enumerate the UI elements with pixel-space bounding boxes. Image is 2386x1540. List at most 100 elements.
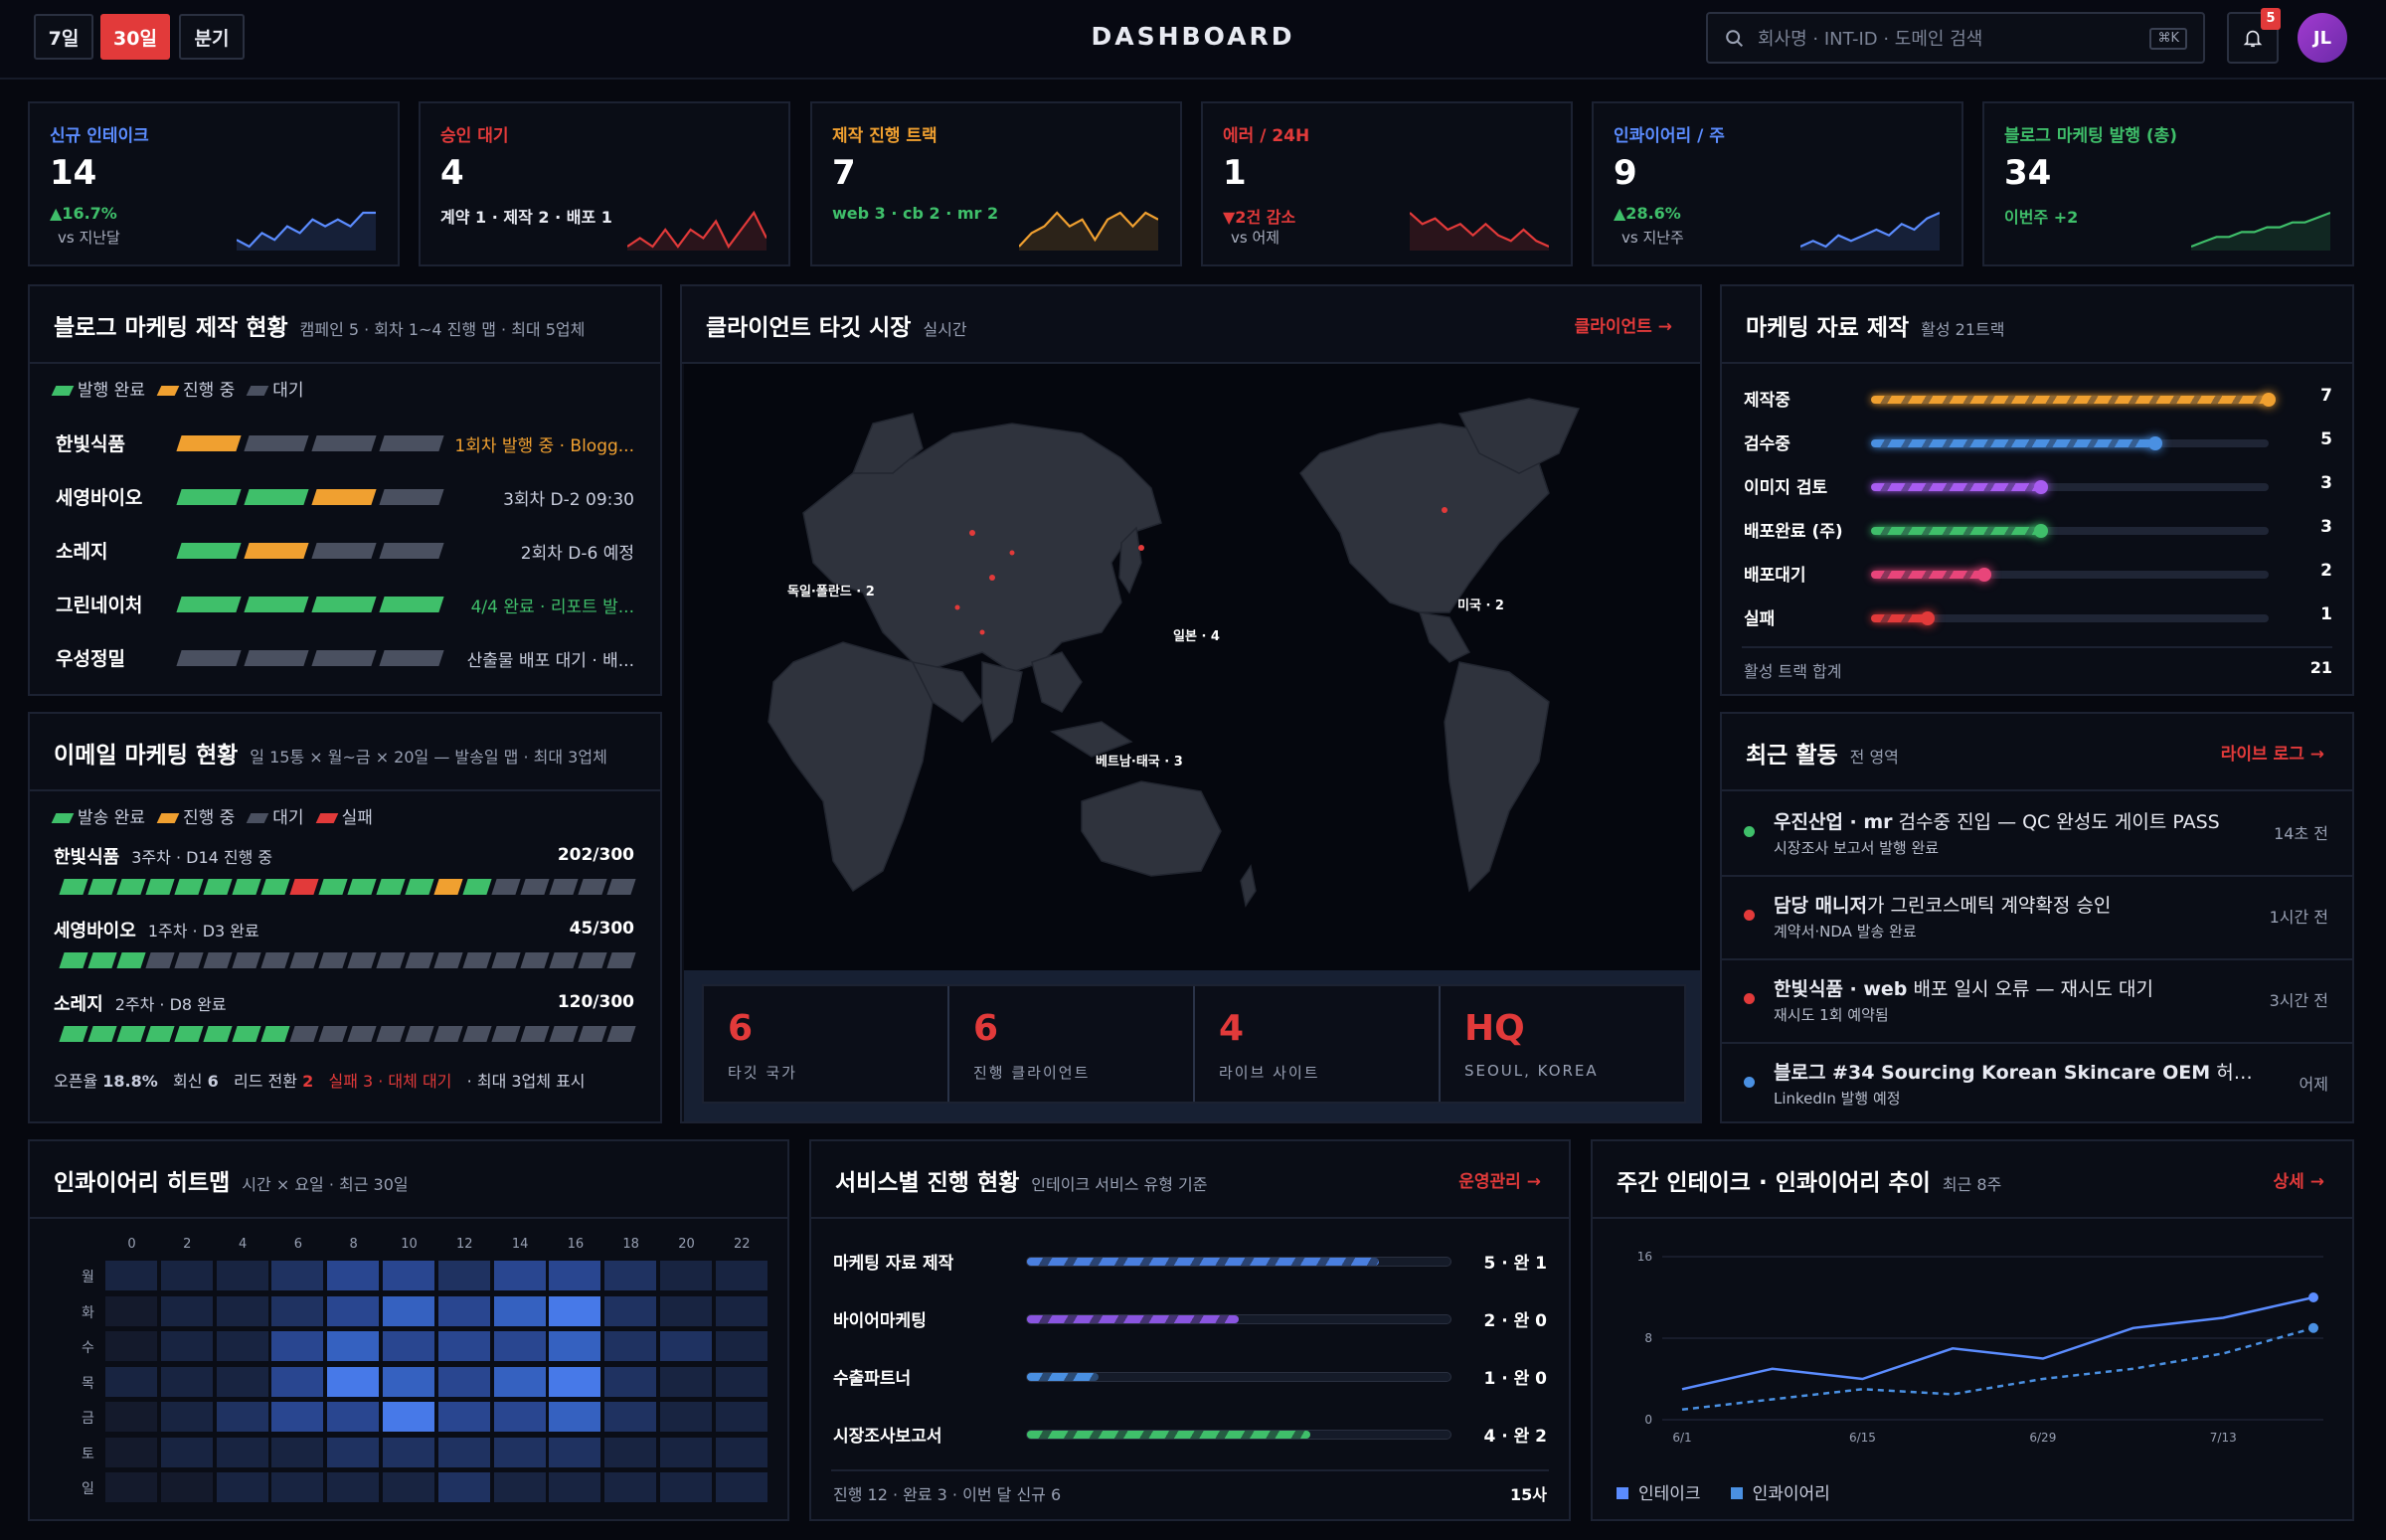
heatmap-cell[interactable] bbox=[549, 1331, 601, 1361]
track-row[interactable]: 제작중 7 bbox=[1722, 384, 2352, 414]
heatmap-cell[interactable] bbox=[271, 1366, 324, 1397]
heatmap-cell[interactable] bbox=[437, 1331, 490, 1361]
service-row[interactable]: 수출파트너 1 · 완 0 bbox=[811, 1362, 1569, 1392]
activity-item[interactable]: 우진산업 · mr 검수중 진입 — QC 완성도 게이트 PASS 시장조사 보… bbox=[1722, 791, 2352, 873]
heatmap-cell[interactable] bbox=[216, 1472, 268, 1502]
heatmap-cell[interactable] bbox=[660, 1402, 712, 1432]
heatmap-cell[interactable] bbox=[327, 1295, 380, 1326]
heatmap-cell[interactable] bbox=[216, 1437, 268, 1467]
blog-row[interactable]: 소레지 2회차 D-6 예정 bbox=[30, 533, 660, 573]
heatmap-cell[interactable] bbox=[604, 1331, 657, 1361]
heatmap-cell[interactable] bbox=[493, 1295, 546, 1326]
heatmap-cell[interactable] bbox=[105, 1331, 157, 1361]
heatmap-cell[interactable] bbox=[160, 1472, 213, 1502]
heatmap-cell[interactable] bbox=[493, 1472, 546, 1502]
heatmap-cell[interactable] bbox=[715, 1331, 767, 1361]
heatmap-cell[interactable] bbox=[604, 1437, 657, 1467]
avatar[interactable]: JL bbox=[2298, 13, 2347, 63]
heatmap-cell[interactable] bbox=[715, 1366, 767, 1397]
heatmap-cell[interactable] bbox=[437, 1402, 490, 1432]
kpi-card[interactable]: 신규 인테이크 14 ▲16.7% vs 지난달 bbox=[28, 101, 400, 266]
track-row[interactable]: 실패 1 bbox=[1722, 602, 2352, 632]
blog-row[interactable]: 한빛식품 1회차 발행 중 · Blogg... bbox=[30, 426, 660, 465]
heatmap-cell[interactable] bbox=[549, 1437, 601, 1467]
heatmap-cell[interactable] bbox=[216, 1261, 268, 1290]
heatmap-cell[interactable] bbox=[160, 1366, 213, 1397]
heatmap-cell[interactable] bbox=[493, 1437, 546, 1467]
service-row[interactable]: 시장조사보고서 4 · 완 2 bbox=[811, 1420, 1569, 1450]
heatmap-cell[interactable] bbox=[271, 1472, 324, 1502]
heatmap-cell[interactable] bbox=[216, 1366, 268, 1397]
heatmap-cell[interactable] bbox=[383, 1472, 434, 1502]
range-tab-quarter[interactable]: 분기 bbox=[179, 14, 245, 60]
heatmap-cell[interactable] bbox=[327, 1366, 380, 1397]
heatmap-cell[interactable] bbox=[437, 1366, 490, 1397]
heatmap-cell[interactable] bbox=[216, 1295, 268, 1326]
activity-item[interactable]: 한빛식품 · web 배포 일시 오류 — 재시도 대기 재시도 1회 예약됨 3시… bbox=[1722, 958, 2352, 1040]
heatmap-cell[interactable] bbox=[549, 1261, 601, 1290]
heatmap-cell[interactable] bbox=[660, 1437, 712, 1467]
heatmap-cell[interactable] bbox=[715, 1472, 767, 1502]
heatmap-cell[interactable] bbox=[327, 1472, 380, 1502]
kpi-card[interactable]: 인콰이어리 / 주 9 ▲28.6% vs 지난주 bbox=[1592, 101, 1963, 266]
heatmap-cell[interactable] bbox=[493, 1366, 546, 1397]
activity-item[interactable]: 블로그 #34 Sourcing Korean Skincare OEM 허브+… bbox=[1722, 1042, 2352, 1123]
detail-link[interactable]: 상세 → bbox=[2274, 1167, 2324, 1192]
blog-row[interactable]: 그린네이처 4/4 완료 · 리포트 발... bbox=[30, 587, 660, 626]
heatmap-cell[interactable] bbox=[493, 1402, 546, 1432]
heatmap-cell[interactable] bbox=[327, 1261, 380, 1290]
heatmap-cell[interactable] bbox=[437, 1472, 490, 1502]
blog-row[interactable]: 우성정밀 산출물 배포 대기 · 배... bbox=[30, 640, 660, 680]
heatmap-cell[interactable] bbox=[216, 1331, 268, 1361]
range-tab-30d[interactable]: 30일 bbox=[100, 14, 170, 60]
heatmap-cell[interactable] bbox=[383, 1261, 434, 1290]
email-row[interactable]: 한빛식품 3주차 · D14 진행 중 202/300 bbox=[30, 843, 660, 907]
heatmap-cell[interactable] bbox=[493, 1331, 546, 1361]
heatmap-cell[interactable] bbox=[715, 1295, 767, 1326]
track-row[interactable]: 검수중 5 bbox=[1722, 428, 2352, 457]
heatmap-cell[interactable] bbox=[383, 1366, 434, 1397]
heatmap-cell[interactable] bbox=[160, 1437, 213, 1467]
kpi-card[interactable]: 블로그 마케팅 발행 (총) 34 이번주 +2 bbox=[1982, 101, 2354, 266]
heatmap-cell[interactable] bbox=[604, 1295, 657, 1326]
heatmap-cell[interactable] bbox=[715, 1261, 767, 1290]
blog-row[interactable]: 세영바이오 3회차 D-2 09:30 bbox=[30, 479, 660, 519]
heatmap-cell[interactable] bbox=[549, 1402, 601, 1432]
heatmap-cell[interactable] bbox=[271, 1261, 324, 1290]
heatmap-cell[interactable] bbox=[383, 1402, 434, 1432]
heatmap-cell[interactable] bbox=[660, 1295, 712, 1326]
heatmap-cell[interactable] bbox=[105, 1366, 157, 1397]
search-input[interactable]: 회사명 · INT-ID · 도메인 검색 ⌘K bbox=[1706, 12, 2205, 64]
heatmap-cell[interactable] bbox=[437, 1261, 490, 1290]
email-row[interactable]: 세영바이오 1주차 · D3 완료 45/300 bbox=[30, 917, 660, 980]
heatmap-cell[interactable] bbox=[660, 1472, 712, 1502]
track-row[interactable]: 배포대기 2 bbox=[1722, 559, 2352, 589]
heatmap-cell[interactable] bbox=[105, 1261, 157, 1290]
heatmap-cell[interactable] bbox=[493, 1261, 546, 1290]
heatmap-cell[interactable] bbox=[715, 1437, 767, 1467]
service-row[interactable]: 바이어마케팅 2 · 완 0 bbox=[811, 1304, 1569, 1334]
heatmap-cell[interactable] bbox=[271, 1295, 324, 1326]
heatmap-cell[interactable] bbox=[437, 1295, 490, 1326]
heatmap-cell[interactable] bbox=[383, 1295, 434, 1326]
heatmap-cell[interactable] bbox=[383, 1437, 434, 1467]
heatmap-cell[interactable] bbox=[216, 1402, 268, 1432]
track-row[interactable]: 배포완료 (주) 3 bbox=[1722, 515, 2352, 545]
heatmap-cell[interactable] bbox=[271, 1331, 324, 1361]
activity-item[interactable]: 담당 매니저가 그린코스메틱 계약확정 승인 계약서·NDA 발송 완료 1시간 전 bbox=[1722, 875, 2352, 956]
kpi-card[interactable]: 에러 / 24H 1 ▼2건 감소 vs 어제 bbox=[1201, 101, 1573, 266]
heatmap-cell[interactable] bbox=[160, 1261, 213, 1290]
heatmap-cell[interactable] bbox=[604, 1366, 657, 1397]
heatmap-cell[interactable] bbox=[660, 1261, 712, 1290]
heatmap-cell[interactable] bbox=[105, 1472, 157, 1502]
email-row[interactable]: 소레지 2주차 · D8 완료 120/300 bbox=[30, 990, 660, 1054]
heatmap-cell[interactable] bbox=[604, 1472, 657, 1502]
clients-link[interactable]: 클라이언트 → bbox=[1575, 312, 1672, 337]
heatmap-cell[interactable] bbox=[549, 1295, 601, 1326]
service-row[interactable]: 마케팅 자료 제작 5 · 완 1 bbox=[811, 1247, 1569, 1277]
heatmap-cell[interactable] bbox=[549, 1366, 601, 1397]
heatmap-cell[interactable] bbox=[604, 1402, 657, 1432]
heatmap-cell[interactable] bbox=[549, 1472, 601, 1502]
range-tab-7d[interactable]: 7일 bbox=[34, 14, 93, 60]
heatmap-cell[interactable] bbox=[327, 1437, 380, 1467]
